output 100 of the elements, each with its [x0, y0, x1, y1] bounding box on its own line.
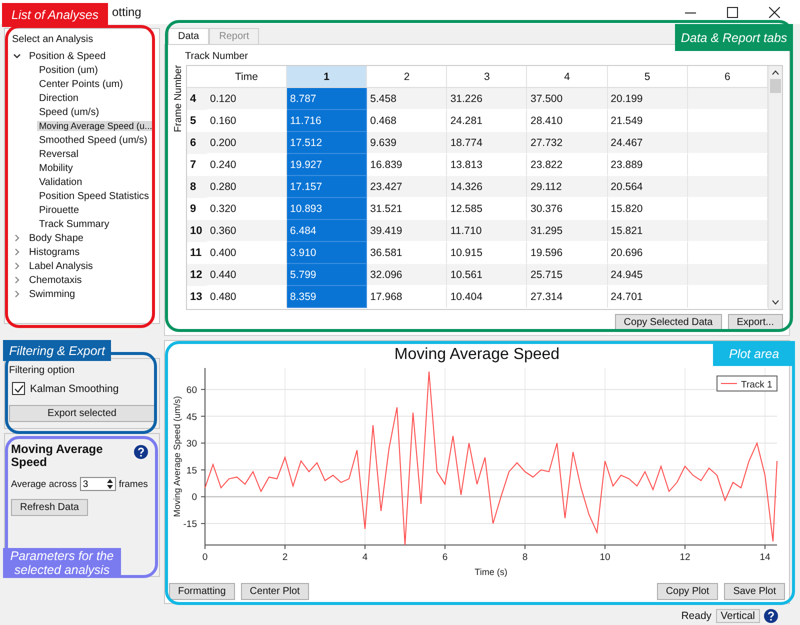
tree-item[interactable]: Mobility — [37, 162, 76, 174]
plot-action-button[interactable]: Save Plot — [724, 583, 785, 600]
column-header[interactable]: 3 — [447, 66, 528, 88]
scrollbar[interactable] — [768, 66, 782, 309]
table-cell: 5.458 — [367, 88, 448, 110]
column-header[interactable]: 2 — [367, 66, 448, 88]
expanded-chevron-icon[interactable] — [13, 52, 21, 60]
table-cell: 11.716 — [287, 110, 368, 132]
table-cell: 20.199 — [608, 88, 688, 110]
scroll-thumb[interactable] — [770, 79, 781, 93]
tree-item[interactable]: Pirouette — [37, 204, 82, 216]
table-cell: 0.440 — [207, 264, 287, 286]
table-cell: 3.910 — [287, 242, 368, 264]
table-cell: 0.240 — [207, 154, 287, 176]
parameters-title: Moving Average Speed — [11, 443, 104, 469]
close-icon[interactable] — [769, 6, 780, 18]
column-group-label: Track Number — [185, 51, 249, 62]
scroll-down-icon[interactable] — [772, 300, 779, 305]
tree-item[interactable]: Reversal — [37, 148, 82, 160]
status-message: Ready — [681, 610, 712, 622]
x-tick-label: 4 — [362, 552, 368, 563]
tab[interactable]: Data — [168, 28, 210, 44]
table-cell: 24.701 — [608, 286, 688, 308]
legend-label: Track 1 — [741, 380, 772, 390]
table-cell: 9.639 — [367, 132, 448, 154]
table-cell: 0.200 — [207, 132, 287, 154]
refresh-data-button[interactable]: Refresh Data — [11, 499, 88, 516]
column-header[interactable]: Time — [207, 66, 287, 88]
y-tick-label: 15 — [186, 465, 197, 476]
plot-action-button[interactable]: Formatting — [169, 583, 235, 600]
y-tick-label: 0 — [192, 492, 197, 504]
table-cell: 15.821 — [608, 220, 688, 242]
scroll-up-icon[interactable] — [772, 70, 779, 75]
tree-item[interactable]: Position (um) — [37, 64, 101, 76]
tree-item[interactable]: Track Summary — [37, 218, 112, 230]
tree-item[interactable]: Position Speed Statistics — [37, 190, 152, 202]
row-header: 12 — [187, 264, 207, 286]
spin-box[interactable]: 3 — [80, 477, 116, 491]
plot-action-button[interactable]: Copy Plot — [656, 583, 718, 600]
x-axis-label: Time (s) — [474, 567, 508, 577]
table-cell: 27.732 — [527, 132, 608, 154]
x-tick-label: 6 — [442, 552, 448, 563]
table-cell: 0.120 — [207, 88, 287, 110]
tree-item[interactable]: Direction — [37, 92, 82, 104]
column-header[interactable]: 5 — [608, 66, 688, 88]
callout-label: Plot area — [713, 341, 795, 366]
help-icon[interactable] — [134, 445, 148, 459]
tree-heading: Select an Analysis — [12, 34, 94, 45]
column-header[interactable]: 1 — [287, 66, 368, 88]
table-cell: 11.710 — [447, 220, 528, 242]
collapsed-chevron-icon[interactable] — [13, 290, 21, 298]
column-header[interactable]: 6 — [688, 66, 768, 88]
table-cell: 23.889 — [608, 154, 688, 176]
tree-item[interactable]: Position & Speed — [27, 50, 109, 62]
legend: Track 1 — [716, 376, 778, 392]
tree-item[interactable]: Speed (um/s) — [37, 106, 102, 118]
collapsed-chevron-icon[interactable] — [13, 234, 21, 242]
collapsed-chevron-icon[interactable] — [13, 276, 21, 284]
callout-label: Filtering & Export — [3, 340, 111, 361]
x-tick-label: 12 — [680, 552, 690, 563]
callout-label: List of Analyses — [2, 3, 108, 27]
tree-item[interactable]: Chemotaxis — [27, 274, 85, 286]
group-title: Filtering option — [9, 365, 76, 376]
row-header: 4 — [187, 88, 207, 110]
tree-item[interactable]: Body Shape — [27, 232, 86, 244]
window-title: otting — [112, 5, 142, 19]
table-cell: 5.799 — [287, 264, 368, 286]
y-tick-label: 45 — [186, 412, 197, 423]
table-cell: 37.500 — [527, 88, 608, 110]
table-cell: 8.787 — [287, 88, 368, 110]
table-cell: 0.160 — [207, 110, 287, 132]
table-cell: 20.696 — [608, 242, 688, 264]
table-cell: 15.820 — [608, 198, 688, 220]
spin-arrows-icon[interactable] — [106, 479, 113, 489]
table-cell: 17.157 — [287, 176, 368, 198]
table-cell: 14.326 — [447, 176, 528, 198]
y-tick-label: 60 — [186, 384, 197, 396]
export-selected-button[interactable]: Export selected — [9, 405, 155, 422]
collapsed-chevron-icon[interactable] — [13, 248, 21, 256]
y-tick-label: 30 — [186, 438, 197, 450]
tree-item[interactable]: Swimming — [27, 288, 78, 300]
table-cell: 32.096 — [367, 264, 448, 286]
collapsed-chevron-icon[interactable] — [13, 262, 21, 270]
tree-item[interactable]: Validation — [37, 176, 86, 188]
column-header[interactable]: 4 — [527, 66, 608, 88]
table-cell: 18.774 — [447, 132, 528, 154]
table-cell: 10.893 — [287, 198, 368, 220]
table-cell: 23.427 — [367, 176, 448, 198]
callout-label: Data & Report tabs — [675, 24, 793, 51]
checkbox[interactable] — [12, 382, 25, 395]
table-cell: 39.419 — [367, 220, 448, 242]
table-cell: 0.400 — [207, 242, 287, 264]
help-icon[interactable] — [764, 609, 778, 623]
table-cell: 0.280 — [207, 176, 287, 198]
tree-item[interactable]: Center Points (um) — [37, 78, 126, 90]
tree-item[interactable]: Smoothed Speed (um/s) — [37, 134, 150, 146]
maximize-icon[interactable] — [727, 6, 738, 18]
plot-action-button[interactable]: Center Plot — [240, 583, 309, 600]
tree-item[interactable]: Histograms — [27, 246, 83, 258]
tree-item[interactable]: Label Analysis — [27, 260, 96, 272]
